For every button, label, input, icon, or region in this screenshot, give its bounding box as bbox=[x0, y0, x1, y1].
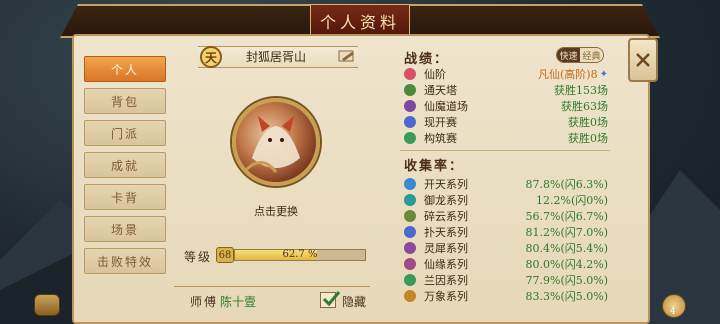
close-icon bbox=[636, 53, 650, 67]
record-row: 构筑赛 获胜0场 bbox=[404, 130, 608, 146]
mode-classic-button[interactable]: 经典 bbox=[580, 48, 603, 62]
tab-backpack[interactable]: 背包 bbox=[84, 88, 166, 114]
hide-checkbox[interactable] bbox=[320, 291, 341, 308]
level-progress-bar: 62.7 % bbox=[234, 249, 366, 261]
collection-label: 开天系列 bbox=[424, 178, 468, 191]
change-avatar-label[interactable]: 点击更换 bbox=[236, 203, 316, 219]
tower-icon bbox=[404, 84, 416, 96]
build-icon bbox=[404, 132, 416, 144]
tab-sect[interactable]: 门派 bbox=[84, 120, 166, 146]
collection-row: 御龙系列 12.2%(闪0%) bbox=[404, 192, 608, 208]
cuiyun-icon bbox=[404, 210, 416, 222]
collection-label: 兰因系列 bbox=[424, 274, 468, 287]
collection-label: 万象系列 bbox=[424, 290, 468, 303]
collection-value: 12.2%(闪0%) bbox=[536, 194, 608, 207]
collection-label: 灵犀系列 bbox=[424, 242, 468, 255]
level-progress-text: 62.7 % bbox=[282, 249, 318, 260]
collection-row: 开天系列 87.8%(闪6.3%) bbox=[404, 176, 608, 192]
collection-value: 80.4%(闪5.4%) bbox=[525, 242, 608, 255]
collection-label: 碎云系列 bbox=[424, 210, 468, 223]
collection-row: 仙缘系列 80.0%(闪4.2%) bbox=[404, 256, 608, 272]
collection-value: 56.7%(闪6.7%) bbox=[525, 210, 608, 223]
collection-value: 83.3%(闪5.0%) bbox=[525, 290, 608, 303]
open-icon bbox=[404, 116, 416, 128]
record-value: 获胜153场 bbox=[554, 84, 608, 97]
record-value: 获胜0场 bbox=[568, 116, 608, 129]
record-label: 仙魔道场 bbox=[424, 100, 468, 113]
tab-defeat-effect[interactable]: 击败特效 bbox=[84, 248, 166, 274]
tab-scene[interactable]: 场景 bbox=[84, 216, 166, 242]
divider bbox=[174, 286, 370, 287]
sidebar: 个人 背包 门派 成就 卡背 场景 击败特效 bbox=[84, 56, 166, 284]
collection-label: 仙缘系列 bbox=[424, 258, 468, 271]
putian-icon bbox=[404, 226, 416, 238]
record-list: 仙阶 凡仙(高阶)8 ✦ 通天塔 获胜153场 仙魔道场 获胜63场 现开赛 获… bbox=[404, 66, 608, 146]
star-icon bbox=[404, 68, 416, 80]
record-row: 仙魔道场 获胜63场 bbox=[404, 98, 608, 114]
lingxi-icon bbox=[404, 242, 416, 254]
record-label: 通天塔 bbox=[424, 84, 457, 97]
mode-toggle[interactable]: 快速 经典 bbox=[556, 47, 604, 63]
collection-list: 开天系列 87.8%(闪6.3%) 御龙系列 12.2%(闪0%) 碎云系列 5… bbox=[404, 176, 608, 304]
record-label: 构筑赛 bbox=[424, 132, 457, 145]
record-row: 仙阶 凡仙(高阶)8 ✦ bbox=[404, 66, 608, 82]
hide-label: 隐藏 bbox=[342, 295, 367, 309]
player-name: 封狐居胥山 bbox=[246, 50, 307, 64]
lanyin-icon bbox=[404, 274, 416, 286]
collection-value: 87.8%(闪6.3%) bbox=[525, 178, 608, 191]
checkmark-icon bbox=[322, 291, 341, 307]
record-value: 获胜0场 bbox=[568, 132, 608, 145]
collection-label: 御龙系列 bbox=[424, 194, 468, 207]
record-value: 获胜63场 bbox=[561, 100, 608, 113]
tab-achievement[interactable]: 成就 bbox=[84, 152, 166, 178]
level-label: 等级 bbox=[184, 250, 213, 264]
record-label: 现开赛 bbox=[424, 116, 457, 129]
level-badge: 68 bbox=[216, 247, 234, 263]
collection-value: 80.0%(闪4.2%) bbox=[525, 258, 608, 271]
bag-count: 4 bbox=[670, 307, 676, 317]
demon-icon bbox=[404, 100, 416, 112]
record-title: 战绩： bbox=[404, 52, 450, 67]
page-title: 个人资料 bbox=[310, 4, 410, 38]
wanxiang-icon bbox=[404, 290, 416, 302]
record-row: 现开赛 获胜0场 bbox=[404, 114, 608, 130]
collection-label: 扑天系列 bbox=[424, 226, 468, 239]
rank-badge: 天 bbox=[200, 46, 222, 68]
close-button[interactable] bbox=[628, 38, 658, 82]
kaitian-icon bbox=[404, 178, 416, 190]
collection-value: 81.2%(闪7.0%) bbox=[525, 226, 608, 239]
collection-row: 兰因系列 77.9%(闪5.0%) bbox=[404, 272, 608, 288]
fox-portrait-icon bbox=[244, 116, 300, 173]
xianyuan-icon bbox=[404, 258, 416, 270]
record-row: 通天塔 获胜153场 bbox=[404, 82, 608, 98]
diamond-icon: ✦ bbox=[599, 68, 608, 80]
collection-row: 碎云系列 56.7%(闪6.7%) bbox=[404, 208, 608, 224]
collection-row: 灵犀系列 80.4%(闪5.4%) bbox=[404, 240, 608, 256]
edit-name-icon[interactable] bbox=[338, 49, 356, 63]
collection-row: 扑天系列 81.2%(闪7.0%) bbox=[404, 224, 608, 240]
master-name[interactable]: 陈十壹 bbox=[220, 293, 256, 310]
collection-row: 万象系列 83.3%(闪5.0%) bbox=[404, 288, 608, 304]
master-label: 师傅 bbox=[190, 295, 219, 309]
record-value: 凡仙(高阶)8 bbox=[538, 68, 598, 81]
chat-icon[interactable] bbox=[34, 294, 60, 316]
divider bbox=[400, 150, 610, 151]
collection-value: 77.9%(闪5.0%) bbox=[525, 274, 608, 287]
tab-personal[interactable]: 个人 bbox=[84, 56, 166, 82]
record-label: 仙阶 bbox=[424, 68, 446, 81]
yulong-icon bbox=[404, 194, 416, 206]
mode-fast-button[interactable]: 快速 bbox=[557, 48, 580, 62]
collection-title: 收集率： bbox=[404, 159, 465, 174]
tab-card-back[interactable]: 卡背 bbox=[84, 184, 166, 210]
